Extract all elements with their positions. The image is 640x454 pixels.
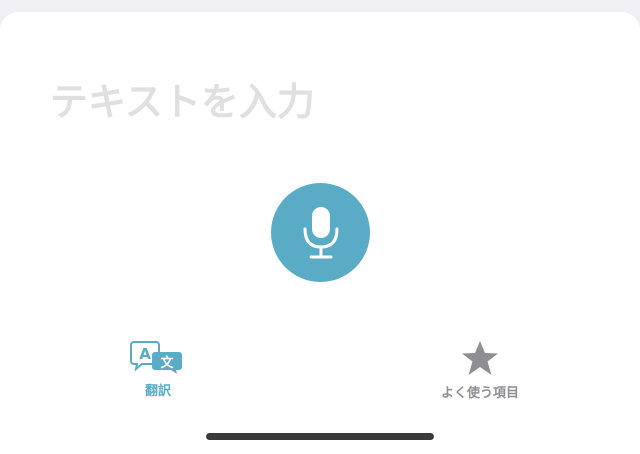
star-icon bbox=[462, 341, 498, 375]
tab-favorites[interactable]: よく使う項目 bbox=[420, 340, 540, 401]
tab-favorites-label: よく使う項目 bbox=[440, 386, 519, 401]
svg-text:文: 文 bbox=[160, 355, 174, 371]
microphone-button[interactable] bbox=[271, 183, 370, 282]
tab-translate-label: 翻訳 bbox=[144, 384, 171, 399]
text-input[interactable] bbox=[50, 72, 590, 132]
translate-icon: A 文 bbox=[130, 341, 182, 374]
svg-text:A: A bbox=[139, 345, 151, 363]
main-card bbox=[0, 12, 640, 454]
home-indicator[interactable] bbox=[206, 433, 434, 440]
microphone-icon bbox=[303, 206, 338, 258]
tab-translate[interactable]: A 文 翻訳 bbox=[118, 340, 198, 399]
